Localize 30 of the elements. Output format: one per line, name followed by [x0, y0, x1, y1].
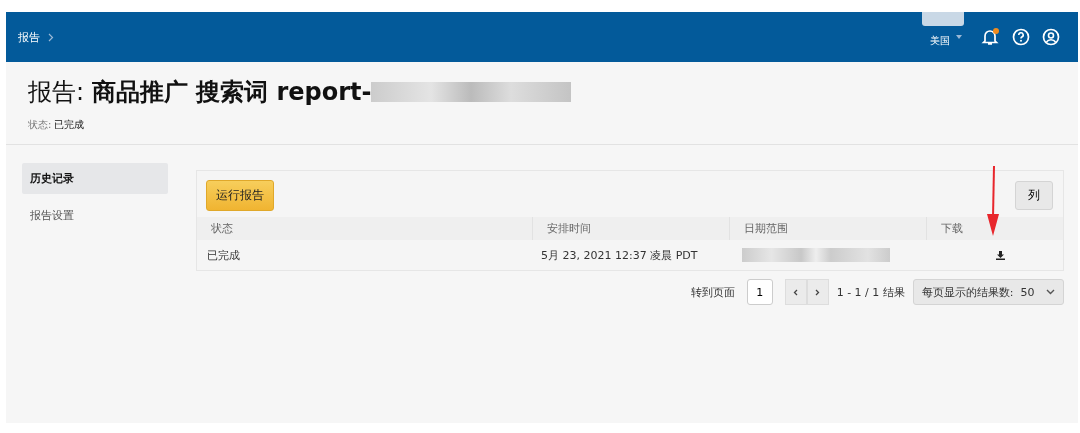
account-icon[interactable]: [1042, 28, 1060, 46]
download-icon[interactable]: [995, 250, 1005, 260]
column-header: 状态: [197, 217, 533, 240]
run-report-button[interactable]: 运行报告: [206, 180, 274, 211]
page-title: 报告: 商品推广 搜索词 report-: [28, 77, 372, 108]
breadcrumb-link[interactable]: 报告: [18, 29, 40, 45]
per-page-dropdown[interactable]: 每页显示的结果数: 50: [912, 279, 1064, 305]
table-cell-text: 已完成: [206, 247, 241, 263]
column-header: 安排时间: [533, 217, 730, 240]
column-header: 下载: [940, 221, 964, 237]
annotation-arrow: [986, 166, 1000, 236]
chevron-right-icon: [48, 32, 54, 42]
column-header: 日期范围: [730, 217, 927, 240]
sidebar-item[interactable]: 历史记录: [22, 163, 168, 194]
columns-button[interactable]: 列: [1015, 181, 1053, 210]
status-value: 已完成: [54, 118, 85, 132]
marketplace-selector[interactable]: 美国: [930, 26, 950, 48]
redaction-block: [922, 12, 964, 26]
notification-bell-icon[interactable]: [980, 27, 1000, 47]
status-label: 状态:: [28, 118, 52, 132]
sidebar-item[interactable]: 报告设置: [22, 200, 168, 231]
caret-icon: [956, 35, 962, 39]
results-count: 1 - 1 / 1 结果: [836, 284, 905, 300]
chevron-left-icon: [793, 288, 799, 296]
table-cell-text: 5月 23, 2021 12:37 凌晨 PDT: [540, 247, 699, 263]
chevron-right-icon: [815, 288, 821, 296]
chevron-down-icon: [1046, 289, 1055, 295]
goto-page-label: 转到页面: [690, 284, 735, 300]
help-icon[interactable]: [1012, 28, 1030, 46]
page-number-field[interactable]: 1: [746, 279, 773, 305]
